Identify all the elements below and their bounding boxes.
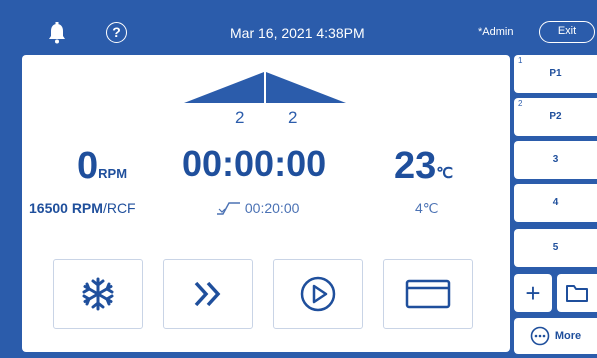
folder-icon [566, 285, 588, 302]
lid-button[interactable] [383, 259, 473, 329]
help-icon[interactable]: ? [106, 22, 127, 43]
fast-forward-icon [194, 281, 221, 307]
program-slot-4[interactable]: 4 [514, 184, 597, 222]
speed-unit: RPM [98, 166, 128, 181]
program-slot-1[interactable]: 1 P1 [514, 55, 597, 93]
temperature-value: 23 [394, 145, 437, 187]
more-label: More [554, 330, 582, 342]
temperature-unit: ℃ [436, 165, 454, 182]
start-button[interactable] [273, 259, 363, 329]
datetime-display: Mar 16, 2021 4:38PM [230, 25, 365, 41]
program-slot-2[interactable]: 2 P2 [514, 98, 597, 136]
more-icon [530, 326, 550, 346]
top-bar: ? Mar 16, 2021 4:38PM *Admin Exit [0, 0, 597, 52]
program-index: 2 [518, 99, 523, 108]
program-index: 1 [518, 56, 523, 65]
set-speed-field[interactable]: 16500 RPM/RCF [29, 200, 136, 216]
program-label: P2 [549, 111, 562, 122]
play-icon [300, 276, 336, 312]
plus-icon: + [525, 278, 541, 308]
bell-icon[interactable] [47, 22, 67, 44]
speed-readout: 0RPM [77, 145, 127, 188]
program-slot-3[interactable]: 3 [514, 141, 597, 179]
program-label: 3 [552, 154, 559, 165]
user-label: *Admin [478, 26, 514, 38]
set-time-value: 00:20:00 [244, 200, 300, 216]
speed-value: 0 [77, 145, 99, 187]
window-icon [405, 279, 451, 309]
accel-level[interactable]: 2 [235, 108, 244, 128]
run-timer: 00:00:00 [182, 143, 327, 184]
program-label: 5 [552, 242, 559, 253]
precool-button[interactable] [53, 259, 143, 329]
program-label: P1 [549, 68, 562, 79]
set-temperature-field[interactable]: 4℃ [415, 200, 439, 217]
add-program-button[interactable]: + [514, 274, 552, 312]
open-folder-button[interactable] [557, 274, 597, 312]
quick-spin-button[interactable] [163, 259, 253, 329]
ramp-icon [217, 202, 240, 215]
set-time-field[interactable]: 00:20:00 [215, 200, 299, 216]
program-label: 4 [552, 197, 559, 208]
more-button[interactable]: More [514, 318, 597, 354]
main-panel: 2 2 0RPM 00:00:00 23℃ 16500 RPM/RCF 00:2… [22, 55, 510, 352]
set-speed-mode: RCF [106, 200, 136, 216]
set-speed-value: 16500 RPM [29, 200, 103, 216]
program-slot-5[interactable]: 5 [514, 229, 597, 267]
temperature-readout: 23℃ [394, 145, 453, 188]
decel-level[interactable]: 2 [288, 108, 297, 128]
accel-decel-profile-icon [184, 72, 346, 103]
exit-button[interactable]: Exit [539, 21, 595, 43]
snowflake-icon [82, 277, 114, 311]
